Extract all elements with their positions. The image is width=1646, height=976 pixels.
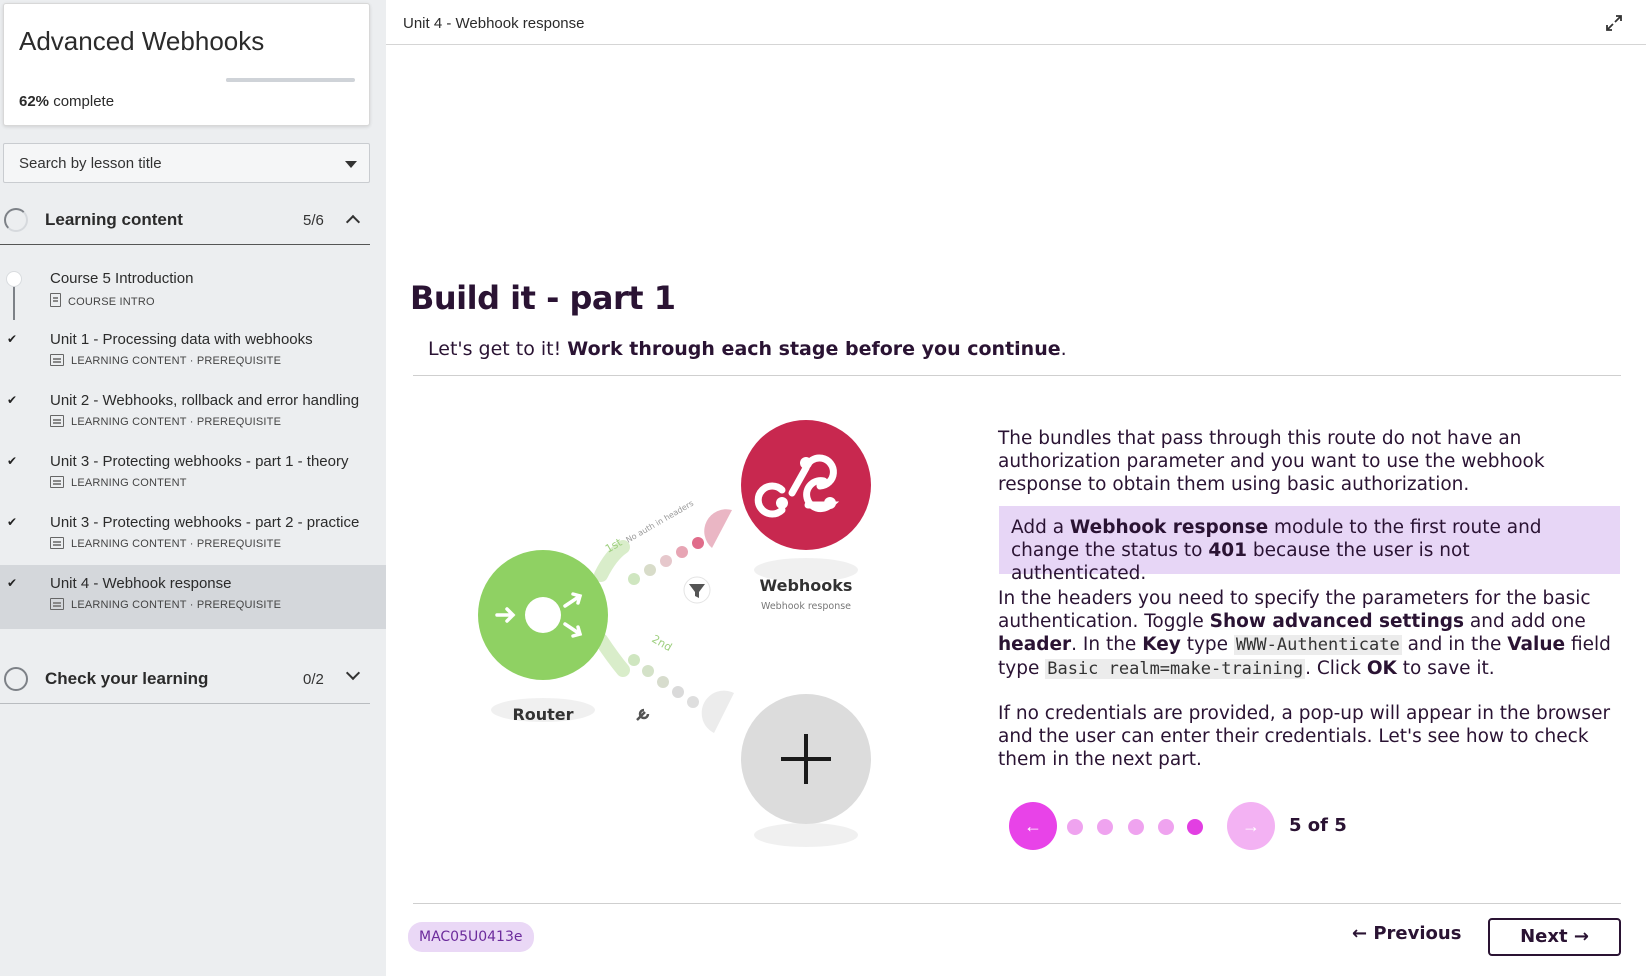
document-icon <box>50 293 61 307</box>
add-module <box>741 694 871 824</box>
section-title: Learning content <box>45 210 183 229</box>
incomplete-dot-icon <box>6 271 22 287</box>
lesson-title: Unit 3 - Protecting webhooks - part 2 - … <box>50 514 360 531</box>
carousel-dot-active[interactable] <box>1187 819 1203 835</box>
lesson-title: Unit 1 - Processing data with webhooks <box>50 331 313 348</box>
slides-icon <box>50 476 64 488</box>
course-progress-text: 62% complete <box>19 93 114 110</box>
lesson-meta: LEARNING CONTENT · PREREQUISITE <box>50 354 281 367</box>
lesson-title: Unit 3 - Protecting webhooks - part 1 - … <box>50 453 349 470</box>
chevron-down-icon[interactable] <box>345 665 361 681</box>
chevron-up-icon[interactable] <box>345 214 361 230</box>
lesson-title: Course 5 Introduction <box>50 270 194 287</box>
route-1-path <box>594 509 732 604</box>
course-progress-fill <box>226 78 306 82</box>
content-intro: Let's get to it! Work through each stage… <box>428 338 1067 360</box>
expand-icon[interactable] <box>1604 13 1624 33</box>
lesson-meta: LEARNING CONTENT · PREREQUISITE <box>50 537 281 550</box>
route-1-note: No auth in headers <box>625 499 696 545</box>
course-card: Advanced Webhooks 62% complete <box>3 3 370 126</box>
progress-ring-icon <box>4 667 28 691</box>
lesson-code-badge: MAC05U0413e <box>408 922 534 952</box>
checkmark-icon: ✔ <box>7 393 18 407</box>
slides-icon <box>50 598 64 610</box>
lesson-title: Unit 2 - Webhooks, rollback and error ha… <box>50 392 360 409</box>
step-highlight-instruction: Add a Webhook response module to the fir… <box>999 506 1620 584</box>
wrench-icon <box>636 708 650 721</box>
section-check-your-learning[interactable]: Check your learning 0/2 <box>0 654 370 704</box>
carousel-dot[interactable] <box>1128 819 1144 835</box>
carousel-next-button[interactable]: → <box>1227 802 1275 850</box>
section-learning-content[interactable]: Learning content 5/6 <box>0 195 370 245</box>
checkmark-icon: ✔ <box>7 454 18 468</box>
lesson-item[interactable]: ✔ Unit 2 - Webhooks, rollback and error … <box>0 382 386 446</box>
lesson-title: Unit 4 - Webhook response <box>50 575 232 592</box>
carousel-dot[interactable] <box>1067 819 1083 835</box>
progress-ring-icon <box>4 208 28 232</box>
step-carousel: ← → 5 of 5 <box>1009 802 1429 852</box>
arrow-left-icon: ← <box>1024 816 1042 836</box>
lesson-item[interactable]: ✔ Unit 3 - Protecting webhooks - part 2 … <box>0 504 386 568</box>
course-title: Advanced Webhooks <box>19 26 265 56</box>
course-sidebar: Advanced Webhooks 62% complete Search by… <box>0 0 386 976</box>
section-count: 5/6 <box>303 212 324 229</box>
scenario-diagram: 1st No auth in headers 2nd Router Webhoo… <box>478 420 871 847</box>
section-title: Check your learning <box>45 669 209 688</box>
lesson-main: Unit 4 - Webhook response Build it - par… <box>386 0 1646 976</box>
slides-icon <box>50 537 64 549</box>
lesson-meta: LEARNING CONTENT · PREREQUISITE <box>50 598 281 611</box>
step-paragraph-1: The bundles that pass through this route… <box>998 428 1545 495</box>
section-count: 0/2 <box>303 671 324 688</box>
content-heading: Build it - part 1 <box>410 279 676 317</box>
router-label: Router <box>512 705 573 724</box>
lesson-item[interactable]: ✔ Unit 1 - Processing data with webhooks… <box>0 321 386 385</box>
arrow-right-icon: → <box>1242 816 1260 836</box>
lesson-search-label: Search by lesson title <box>19 155 162 172</box>
course-progress-bar <box>226 78 355 82</box>
carousel-counter: 5 of 5 <box>1289 815 1347 836</box>
webhooks-module <box>741 420 871 550</box>
lesson-item[interactable]: ✔ Unit 3 - Protecting webhooks - part 1 … <box>0 443 386 507</box>
progress-percent: 62% <box>19 93 50 110</box>
lesson-meta: LEARNING CONTENT <box>50 476 187 489</box>
checkmark-icon: ✔ <box>7 515 18 529</box>
carousel-prev-button[interactable]: ← <box>1009 802 1057 850</box>
lesson-search-select[interactable]: Search by lesson title <box>3 143 370 183</box>
previous-button[interactable]: ← Previous <box>1352 923 1461 944</box>
webhooks-label: Webhooks <box>760 576 853 595</box>
divider <box>413 375 1621 376</box>
unit-title: Unit 4 - Webhook response <box>403 15 585 32</box>
lesson-item[interactable]: Course 5 Introduction COURSE INTRO <box>0 260 386 324</box>
checkmark-icon: ✔ <box>7 332 18 346</box>
divider <box>413 903 1621 904</box>
lesson-meta: LEARNING CONTENT · PREREQUISITE <box>50 415 281 428</box>
webhooks-sub: Webhook response <box>761 601 851 612</box>
route-2-label: 2nd <box>650 632 675 654</box>
step-paragraph-4: If no credentials are provided, a pop-up… <box>998 703 1611 770</box>
lesson-item-active[interactable]: ✔ Unit 4 - Webhook response LEARNING CON… <box>0 565 386 629</box>
slides-icon <box>50 354 64 366</box>
slides-icon <box>50 415 64 427</box>
carousel-dot[interactable] <box>1158 819 1174 835</box>
step-paragraph-3: In the headers you need to specify the p… <box>998 588 1611 679</box>
code-value: Basic realm=make-training <box>1045 659 1306 679</box>
caret-down-icon <box>345 161 357 168</box>
lesson-topbar: Unit 4 - Webhook response <box>386 0 1646 45</box>
code-key: WWW-Authenticate <box>1233 635 1402 655</box>
router-module <box>478 550 608 680</box>
progress-suffix: complete <box>53 93 115 110</box>
carousel-dot[interactable] <box>1097 819 1113 835</box>
checkmark-icon: ✔ <box>7 576 18 590</box>
next-button[interactable]: Next → <box>1488 918 1621 956</box>
lesson-meta: COURSE INTRO <box>50 293 155 308</box>
